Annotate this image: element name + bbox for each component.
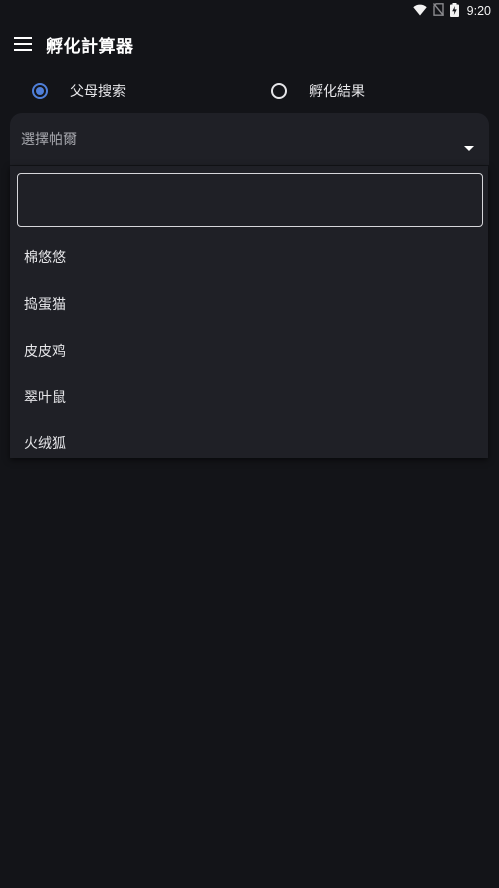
battery-charging-icon bbox=[449, 2, 459, 20]
app-bar: 孵化計算器 bbox=[0, 22, 499, 66]
dropdown-option[interactable]: 翠叶鼠 bbox=[10, 374, 488, 420]
pal-dropdown-menu: 棉悠悠 捣蛋猫 皮皮鸡 翠叶鼠 火绒狐 bbox=[10, 166, 488, 458]
hamburger-menu-icon[interactable] bbox=[0, 22, 46, 66]
radio-selected-icon[interactable] bbox=[32, 83, 48, 99]
dropdown-arrow-icon bbox=[464, 136, 474, 155]
dropdown-option[interactable]: 捣蛋猫 bbox=[10, 281, 488, 327]
radio-parent-search-label: 父母搜索 bbox=[70, 84, 126, 100]
pal-search-input[interactable] bbox=[17, 173, 483, 227]
mode-radio-group: 父母搜索 孵化結果 bbox=[0, 72, 499, 110]
radio-parent-search[interactable]: 父母搜索 bbox=[32, 72, 126, 110]
status-bar: 9:20 bbox=[0, 0, 499, 22]
dropdown-option[interactable]: 棉悠悠 bbox=[10, 234, 488, 280]
app-title: 孵化計算器 bbox=[46, 36, 134, 57]
dropdown-option[interactable]: 皮皮鸡 bbox=[10, 328, 488, 374]
pal-select-label: 選擇帕爾 bbox=[21, 132, 77, 148]
status-time: 9:20 bbox=[466, 4, 491, 18]
radio-breeding-result-label: 孵化結果 bbox=[309, 84, 365, 100]
radio-breeding-result[interactable]: 孵化結果 bbox=[271, 72, 365, 110]
radio-unselected-icon[interactable] bbox=[271, 83, 287, 99]
dropdown-option[interactable]: 火绒狐 bbox=[10, 421, 488, 458]
no-sim-icon bbox=[432, 3, 444, 19]
pal-select-field[interactable]: 選擇帕爾 bbox=[10, 113, 489, 165]
wifi-icon bbox=[412, 4, 427, 19]
